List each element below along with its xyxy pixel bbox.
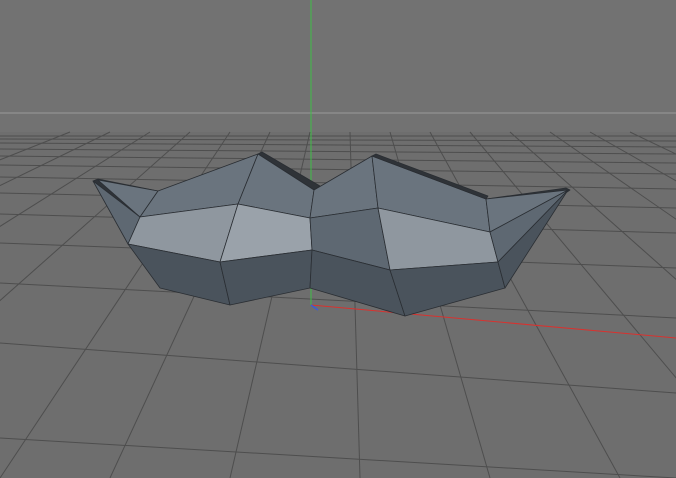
3d-viewport[interactable] [0, 0, 676, 478]
viewport-scene[interactable] [0, 0, 676, 478]
viewport-sky [0, 0, 676, 132]
